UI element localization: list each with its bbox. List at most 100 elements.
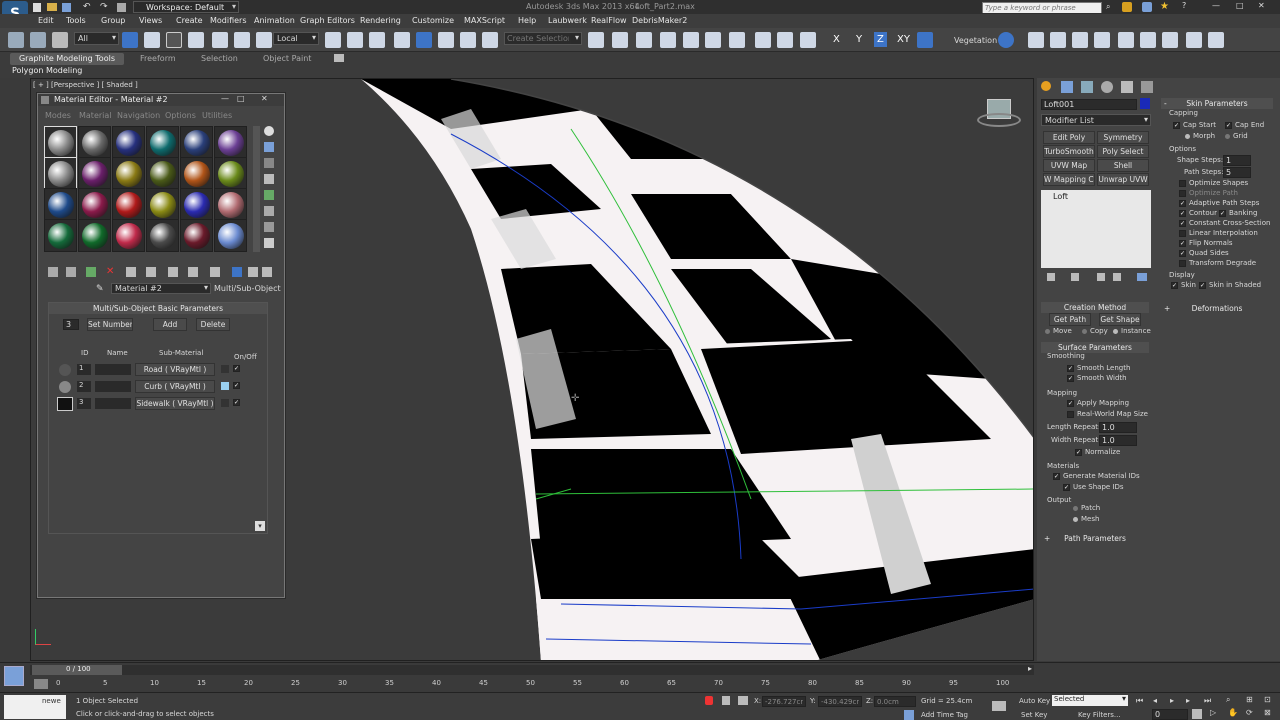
ribbon-tab-selection[interactable]: Selection <box>201 54 238 63</box>
maxscript-listener-field[interactable]: newe <box>4 695 66 719</box>
deformations-rollout[interactable]: + Deformations <box>1161 303 1273 314</box>
cap-end-checkbox[interactable]: ✓ Cap End <box>1225 121 1264 129</box>
axis-x-button[interactable]: X <box>833 34 840 45</box>
mod-shell-button[interactable]: Shell <box>1097 159 1149 172</box>
mod-poly-select-button[interactable]: Poly Select <box>1097 145 1149 158</box>
menu-animation[interactable]: Animation <box>254 16 295 25</box>
ribbon-tab-graphite[interactable]: Graphite Modeling Tools <box>10 53 124 65</box>
minimize-icon[interactable]: — <box>1212 1 1220 10</box>
x-coord-input[interactable] <box>762 696 806 707</box>
smooth-width-checkbox[interactable]: ✓ Smooth Width <box>1067 374 1127 382</box>
set-number-button[interactable]: Set Number <box>87 318 133 331</box>
communication-icon[interactable] <box>1142 2 1152 12</box>
ribbon-tab-freeform[interactable]: Freeform <box>140 54 176 63</box>
material-sample-slot[interactable] <box>112 219 145 252</box>
maximize-icon[interactable]: □ <box>237 94 245 103</box>
material-sample-slot[interactable] <box>78 157 111 190</box>
align-icon[interactable] <box>612 32 628 48</box>
maximize-icon[interactable]: □ <box>1236 1 1244 10</box>
show-map-icon[interactable] <box>210 267 220 277</box>
make-preview-icon[interactable] <box>264 206 274 216</box>
angle-snap-icon[interactable] <box>416 32 432 48</box>
material-sample-slot[interactable] <box>78 126 111 159</box>
length-repeat-input[interactable] <box>1099 422 1137 433</box>
ribbon-polygon-modeling[interactable]: Polygon Modeling <box>12 66 82 75</box>
go-forward-icon[interactable] <box>262 267 272 277</box>
mod-symmetry-button[interactable]: Symmetry <box>1097 131 1149 144</box>
rotate-icon[interactable] <box>234 32 250 48</box>
row-submaterial-button[interactable]: Road ( VRayMtl ) <box>135 363 215 376</box>
named-selection-input[interactable] <box>505 33 571 44</box>
quick-access-save-icon[interactable] <box>62 3 71 12</box>
menu-edit[interactable]: Edit <box>38 16 54 25</box>
menu-create[interactable]: Create <box>176 16 203 25</box>
radio-mesh[interactable]: Mesh <box>1073 515 1099 523</box>
make-unique-icon[interactable] <box>146 267 156 277</box>
video-color-check-icon[interactable] <box>264 190 274 200</box>
maximize-viewport-icon[interactable]: ⊠ <box>1264 708 1271 717</box>
material-sample-slot[interactable] <box>214 157 247 190</box>
width-repeat-input[interactable] <box>1099 435 1137 446</box>
scale-icon[interactable] <box>256 32 272 48</box>
material-sample-slot[interactable] <box>44 219 77 252</box>
menu-modifiers[interactable]: Modifiers <box>210 16 247 25</box>
pivot-icon[interactable] <box>325 32 341 48</box>
quick-access-open-icon[interactable] <box>47 3 57 11</box>
path-params-rollout[interactable]: + Path Parameters <box>1041 533 1149 544</box>
set-key-button[interactable]: Set Key <box>1021 711 1047 719</box>
named-selection-dropdown[interactable]: ▾ <box>504 32 582 45</box>
curve-editor-mini-icon[interactable] <box>34 679 48 689</box>
toolbar-extra-6-icon[interactable] <box>1140 32 1156 48</box>
show-end-result-icon[interactable] <box>1071 273 1079 281</box>
radio-move[interactable]: Move <box>1045 327 1072 335</box>
material-name-dropdown[interactable]: Material #2 ▾ <box>111 283 211 294</box>
tab-create-icon[interactable] <box>1041 81 1051 91</box>
pick-material-icon[interactable]: ✎ <box>96 284 104 294</box>
material-editor-titlebar[interactable]: Material Editor - Material #2 — □ ✕ <box>38 94 284 106</box>
material-sample-slot[interactable] <box>112 126 145 159</box>
gen-mat-ids-checkbox[interactable]: ✓ Generate Material IDs <box>1053 472 1140 480</box>
menu-rendering[interactable]: Rendering <box>360 16 401 25</box>
ribbon-options-icon[interactable] <box>334 54 344 62</box>
copy-material-icon[interactable] <box>126 267 136 277</box>
row-name-field[interactable] <box>95 364 131 375</box>
material-sample-slot[interactable] <box>180 188 213 221</box>
axis-xy-button[interactable]: XY <box>897 34 910 45</box>
path-steps-input[interactable] <box>1223 167 1251 178</box>
radio-morph[interactable]: Morph <box>1185 132 1215 140</box>
toolbar-extra-7-icon[interactable] <box>1162 32 1178 48</box>
render-setup-icon[interactable] <box>755 32 771 48</box>
normalize-checkbox[interactable]: ✓ Normalize <box>1075 448 1120 456</box>
skin-in-shaded-checkbox[interactable]: ✓ Skin in Shaded <box>1199 281 1261 289</box>
rollout-scroll-arrow-icon[interactable]: ▾ <box>255 521 265 531</box>
link-icon[interactable] <box>8 32 24 48</box>
mod-w-mapping-button[interactable]: W Mapping Cle <box>1043 173 1095 186</box>
time-config-icon[interactable] <box>1192 709 1202 719</box>
remove-modifier-icon[interactable] <box>1113 273 1121 281</box>
material-sample-slot[interactable] <box>180 219 213 252</box>
redo-icon[interactable]: ↷ <box>100 2 108 12</box>
row-submaterial-button[interactable]: Curb ( VRayMtl ) <box>135 380 215 393</box>
num-submaterials-input[interactable] <box>63 319 79 330</box>
keyboard-shortcut-icon[interactable] <box>369 32 385 48</box>
use-shape-ids-checkbox[interactable]: ✓ Use Shape IDs <box>1063 483 1124 491</box>
tab-utilities-icon[interactable] <box>1141 81 1153 93</box>
get-path-button[interactable]: Get Path <box>1049 313 1091 326</box>
row-color-swatch[interactable] <box>221 382 229 390</box>
go-to-start-icon[interactable]: ⏮ <box>1136 696 1143 706</box>
menu-views[interactable]: Views <box>139 16 162 25</box>
auto-key-button[interactable]: Auto Key <box>1019 697 1050 705</box>
me-menu-navigation[interactable]: Navigation <box>117 111 160 120</box>
key-mode-dropdown[interactable]: Selected ▾ <box>1052 694 1128 706</box>
bind-spacewarp-icon[interactable] <box>52 32 68 48</box>
toolbar-extra-1-icon[interactable] <box>1028 32 1044 48</box>
radio-grid[interactable]: Grid <box>1225 132 1248 140</box>
material-sample-slot[interactable] <box>44 126 77 159</box>
key-filters-button[interactable]: Key Filters... <box>1078 711 1121 719</box>
layer-manager-icon[interactable] <box>636 32 652 48</box>
select-by-material-icon[interactable] <box>264 238 274 248</box>
material-sample-slot[interactable] <box>44 157 77 190</box>
modifier-list-dropdown[interactable]: Modifier List ▾ <box>1041 114 1151 126</box>
selection-filter-dropdown[interactable]: All ▾ <box>74 32 119 45</box>
material-sample-slot[interactable] <box>214 188 247 221</box>
